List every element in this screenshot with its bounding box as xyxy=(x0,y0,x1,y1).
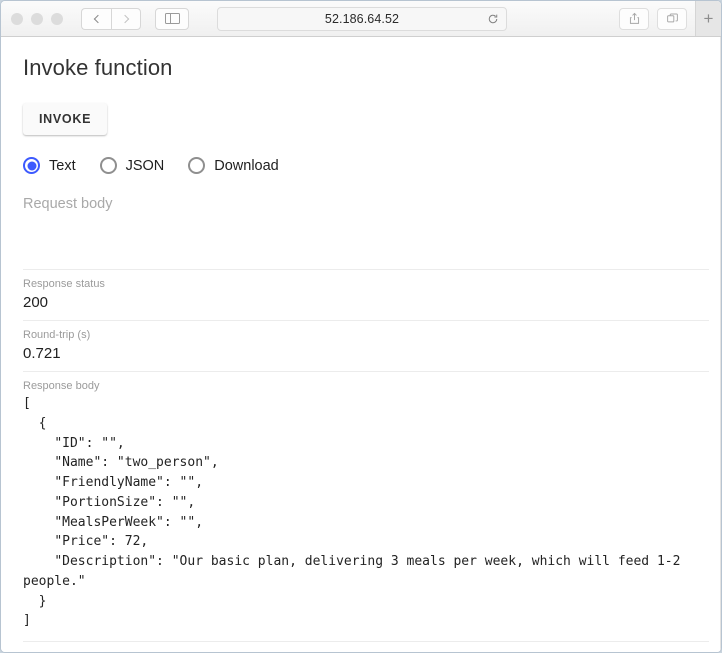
minimize-window-button[interactable] xyxy=(31,12,43,25)
radio-circle-text-icon xyxy=(23,157,40,174)
navigation-buttons xyxy=(81,7,141,30)
maximize-window-button[interactable] xyxy=(51,12,63,25)
new-tab-button[interactable]: + xyxy=(695,1,721,36)
toolbar-right-group: + xyxy=(619,1,721,36)
sidebar-icon xyxy=(164,12,180,25)
forward-button[interactable] xyxy=(111,7,141,30)
tab-overview-button[interactable] xyxy=(657,7,687,30)
round-trip-value: 0.721 xyxy=(23,345,61,362)
page-content: Invoke function INVOKE Text JSON Downloa… xyxy=(1,37,721,652)
browser-window: 52.186.64.52 + Invoke function INVOKE Te… xyxy=(0,0,722,653)
radio-circle-json-icon xyxy=(99,157,117,174)
chevron-left-icon xyxy=(93,14,102,23)
radio-option-download[interactable]: Download xyxy=(188,157,279,174)
round-trip-label: Round-trip (s) xyxy=(23,329,91,341)
radio-circle-download-icon xyxy=(188,157,206,174)
response-status-label: Response status xyxy=(23,278,105,290)
radio-option-text[interactable]: Text xyxy=(23,157,76,174)
invoke-button[interactable]: INVOKE xyxy=(23,103,108,135)
window-controls xyxy=(11,12,63,25)
response-body-value: [ { "ID": "", "Name": "two_person", "Fri… xyxy=(23,396,681,629)
url-text: 52.186.64.52 xyxy=(324,12,400,26)
radio-label-text: Text xyxy=(49,157,76,174)
response-status-field: Response status 200 xyxy=(23,270,709,321)
browser-toolbar: 52.186.64.52 + xyxy=(1,1,721,37)
close-window-button[interactable] xyxy=(11,12,23,25)
tabs-icon xyxy=(666,13,678,23)
radio-option-json[interactable]: JSON xyxy=(99,157,165,174)
radio-label-json: JSON xyxy=(125,157,165,174)
sidebar-toggle-button[interactable] xyxy=(155,7,189,30)
response-mode-radio-group: Text JSON Download xyxy=(23,157,709,174)
plus-icon: + xyxy=(703,9,714,28)
reload-icon[interactable] xyxy=(487,13,499,25)
radio-label-download: Download xyxy=(214,157,279,174)
share-icon xyxy=(629,12,639,24)
back-button[interactable] xyxy=(81,7,111,30)
response-body-label: Response body xyxy=(23,380,100,392)
request-body-field[interactable]: Request body xyxy=(23,190,709,270)
response-status-value: 200 xyxy=(23,294,49,311)
page-title: Invoke function xyxy=(23,55,173,80)
request-body-placeholder: Request body xyxy=(23,196,113,212)
round-trip-field: Round-trip (s) 0.721 xyxy=(23,321,709,372)
response-body-field: Response body [ { "ID": "", "Name": "two… xyxy=(23,372,709,642)
chevron-right-icon xyxy=(120,14,130,23)
address-bar[interactable]: 52.186.64.52 xyxy=(217,7,507,31)
share-button[interactable] xyxy=(619,7,649,30)
